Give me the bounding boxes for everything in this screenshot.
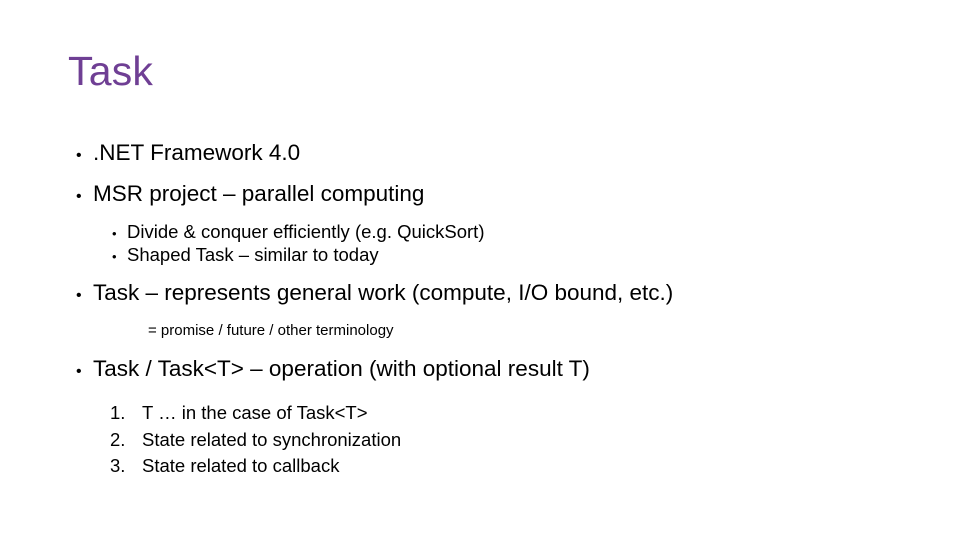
- list-number: 2.: [110, 428, 126, 450]
- page-title: Task: [68, 48, 154, 94]
- bullet-marker-icon: •: [76, 187, 82, 205]
- sub-bullet-item: • Divide & conquer efficiently (e.g. Qui…: [60, 221, 910, 242]
- numbered-list-item: 2. State related to synchronization: [60, 428, 910, 450]
- bullet-marker-icon: •: [112, 248, 117, 264]
- bullet-text: Task – represents general work (compute,…: [93, 280, 674, 305]
- list-number: 1.: [110, 402, 126, 423]
- bullet-text: .NET Framework 4.0: [93, 140, 301, 165]
- numbered-list-item: 1. T … in the case of Task<T>: [60, 402, 910, 423]
- numbered-list-item: 3. State related to callback: [60, 455, 910, 476]
- bullet-marker-icon: •: [112, 226, 117, 241]
- bullet-text: MSR project – parallel computing: [93, 180, 425, 206]
- numbered-list-text: State related to callback: [142, 455, 340, 476]
- bullet-item: • .NET Framework 4.0: [60, 140, 910, 165]
- bullet-marker-icon: •: [76, 362, 82, 380]
- bullet-item: • Task – represents general work (comput…: [60, 280, 910, 305]
- note-text: = promise / future / other terminology: [148, 321, 394, 339]
- note-item: = promise / future / other terminology: [60, 323, 910, 338]
- sub-bullet-text: Shaped Task – similar to today: [127, 243, 379, 265]
- numbered-list-text: State related to synchronization: [142, 428, 402, 450]
- slide: Task • .NET Framework 4.0 • MSR project …: [0, 0, 960, 540]
- bullet-marker-icon: •: [76, 287, 82, 304]
- list-number: 3.: [110, 455, 126, 476]
- bullet-item: • MSR project – parallel computing: [60, 180, 910, 206]
- numbered-list-text: T … in the case of Task<T>: [142, 402, 368, 423]
- bullet-text: Task / Task<T> – operation (with optiona…: [93, 355, 590, 381]
- sub-bullet-text: Divide & conquer efficiently (e.g. Quick…: [127, 221, 485, 242]
- slide-body: • .NET Framework 4.0 • MSR project – par…: [60, 140, 910, 484]
- bullet-item: • Task / Task<T> – operation (with optio…: [60, 355, 910, 381]
- bullet-marker-icon: •: [76, 147, 82, 164]
- sub-bullet-item: • Shaped Task – similar to today: [60, 243, 910, 265]
